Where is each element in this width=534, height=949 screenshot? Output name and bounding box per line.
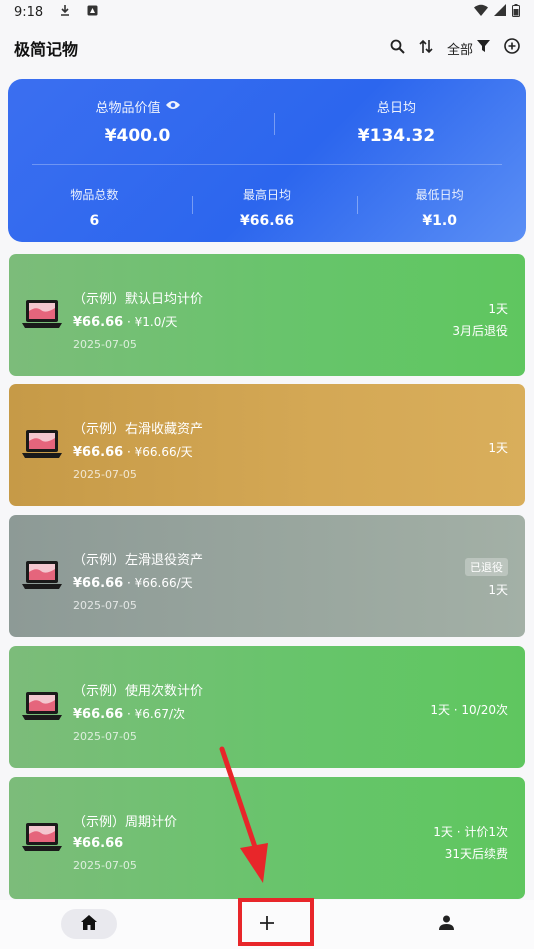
min-daily: ¥1.0 <box>422 213 457 229</box>
item-unit-cost: · ¥1.0/天 <box>123 315 178 329</box>
home-icon <box>81 914 97 934</box>
laptop-icon <box>21 821 63 853</box>
highlight-box <box>238 898 314 946</box>
item-price: ¥66.66 <box>73 576 124 591</box>
item-name: （示例）右滑收藏资产 <box>73 422 204 437</box>
person-icon <box>438 915 454 934</box>
filter-label: 全部 <box>446 42 473 58</box>
item-date: 2025-07-05 <box>73 599 137 612</box>
item-days: 1天 <box>488 302 508 316</box>
app-bar: 极简记物 全部 <box>0 28 534 68</box>
item-name: （示例）默认日均计价 <box>73 292 204 307</box>
item-card[interactable]: （示例）使用次数计价 ¥66.66 · ¥6.67/次 2025-07-05 1… <box>9 646 525 768</box>
eye-icon[interactable] <box>165 99 180 114</box>
item-card[interactable]: （示例）周期计价 ¥66.66 2025-07-05 1天 · 计价1次 31天… <box>9 777 525 899</box>
item-date: 2025-07-05 <box>73 338 137 351</box>
laptop-icon <box>21 298 63 330</box>
summary-divider <box>192 196 193 214</box>
total-value: ¥400.0 <box>104 126 171 146</box>
item-price: ¥66.66 <box>73 836 124 851</box>
item-days: 1天 <box>488 583 508 597</box>
status-bar: 9:18 <box>0 0 534 24</box>
download-icon <box>59 4 71 20</box>
max-daily-label: 最高日均 <box>243 188 292 202</box>
signal-icon <box>494 4 506 20</box>
total-daily-label: 总日均 <box>376 101 416 116</box>
item-name: （示例）周期计价 <box>73 815 178 830</box>
total-daily: ¥134.32 <box>357 126 436 146</box>
nav-profile-button[interactable] <box>432 910 460 938</box>
item-price: ¥66.66 <box>73 445 124 460</box>
search-icon[interactable] <box>390 39 405 58</box>
max-daily: ¥66.66 <box>239 213 295 229</box>
item-count: 6 <box>89 213 100 229</box>
item-name: （示例）左滑退役资产 <box>73 553 204 568</box>
item-date: 2025-07-05 <box>73 859 137 872</box>
summary-card: 总物品价值 ¥400.0 总日均 ¥134.32 物品总数 6 最高日均 ¥66… <box>8 79 526 242</box>
app-title: 极简记物 <box>14 40 79 59</box>
laptop-icon <box>21 428 63 460</box>
item-retire-note: 3月后退役 <box>452 324 508 338</box>
wifi-icon <box>474 4 488 20</box>
total-value-label: 总物品价值 <box>95 101 161 116</box>
summary-divider <box>274 113 275 135</box>
filter-icon <box>477 40 490 56</box>
add-circle-icon[interactable] <box>504 38 520 58</box>
summary-divider <box>357 196 358 214</box>
item-days: 1天 · 计价1次 <box>433 825 508 839</box>
item-unit-cost: · ¥66.66/天 <box>123 576 193 590</box>
item-price: ¥66.66 <box>73 707 124 722</box>
status-time: 9:18 <box>14 4 44 20</box>
item-date: 2025-07-05 <box>73 730 137 743</box>
laptop-icon <box>21 559 63 591</box>
battery-icon <box>512 3 520 21</box>
item-days: 1天 <box>488 441 508 455</box>
item-card[interactable]: （示例）默认日均计价 ¥66.66 · ¥1.0/天 2025-07-05 1天… <box>9 254 525 376</box>
filter-button[interactable]: 全部 <box>447 39 490 58</box>
nav-home-button[interactable] <box>61 909 117 939</box>
notification-icon <box>87 5 98 20</box>
item-unit-cost: · ¥6.67/次 <box>123 707 186 721</box>
item-renew-note: 31天后续费 <box>444 847 508 861</box>
item-card[interactable]: （示例）左滑退役资产 ¥66.66 · ¥66.66/天 2025-07-05 … <box>9 515 525 637</box>
item-date: 2025-07-05 <box>73 468 137 481</box>
sort-icon[interactable] <box>419 39 433 58</box>
item-name: （示例）使用次数计价 <box>73 684 204 699</box>
laptop-icon <box>21 690 63 722</box>
count-label: 物品总数 <box>70 188 119 202</box>
item-days: 1天 · 10/20次 <box>430 703 508 717</box>
retired-badge: 已退役 <box>465 558 508 576</box>
min-daily-label: 最低日均 <box>415 188 464 202</box>
summary-divider <box>32 164 502 165</box>
item-price: ¥66.66 <box>73 315 124 330</box>
item-unit-cost: · ¥66.66/天 <box>123 445 193 459</box>
item-card[interactable]: （示例）右滑收藏资产 ¥66.66 · ¥66.66/天 2025-07-05 … <box>9 384 525 506</box>
